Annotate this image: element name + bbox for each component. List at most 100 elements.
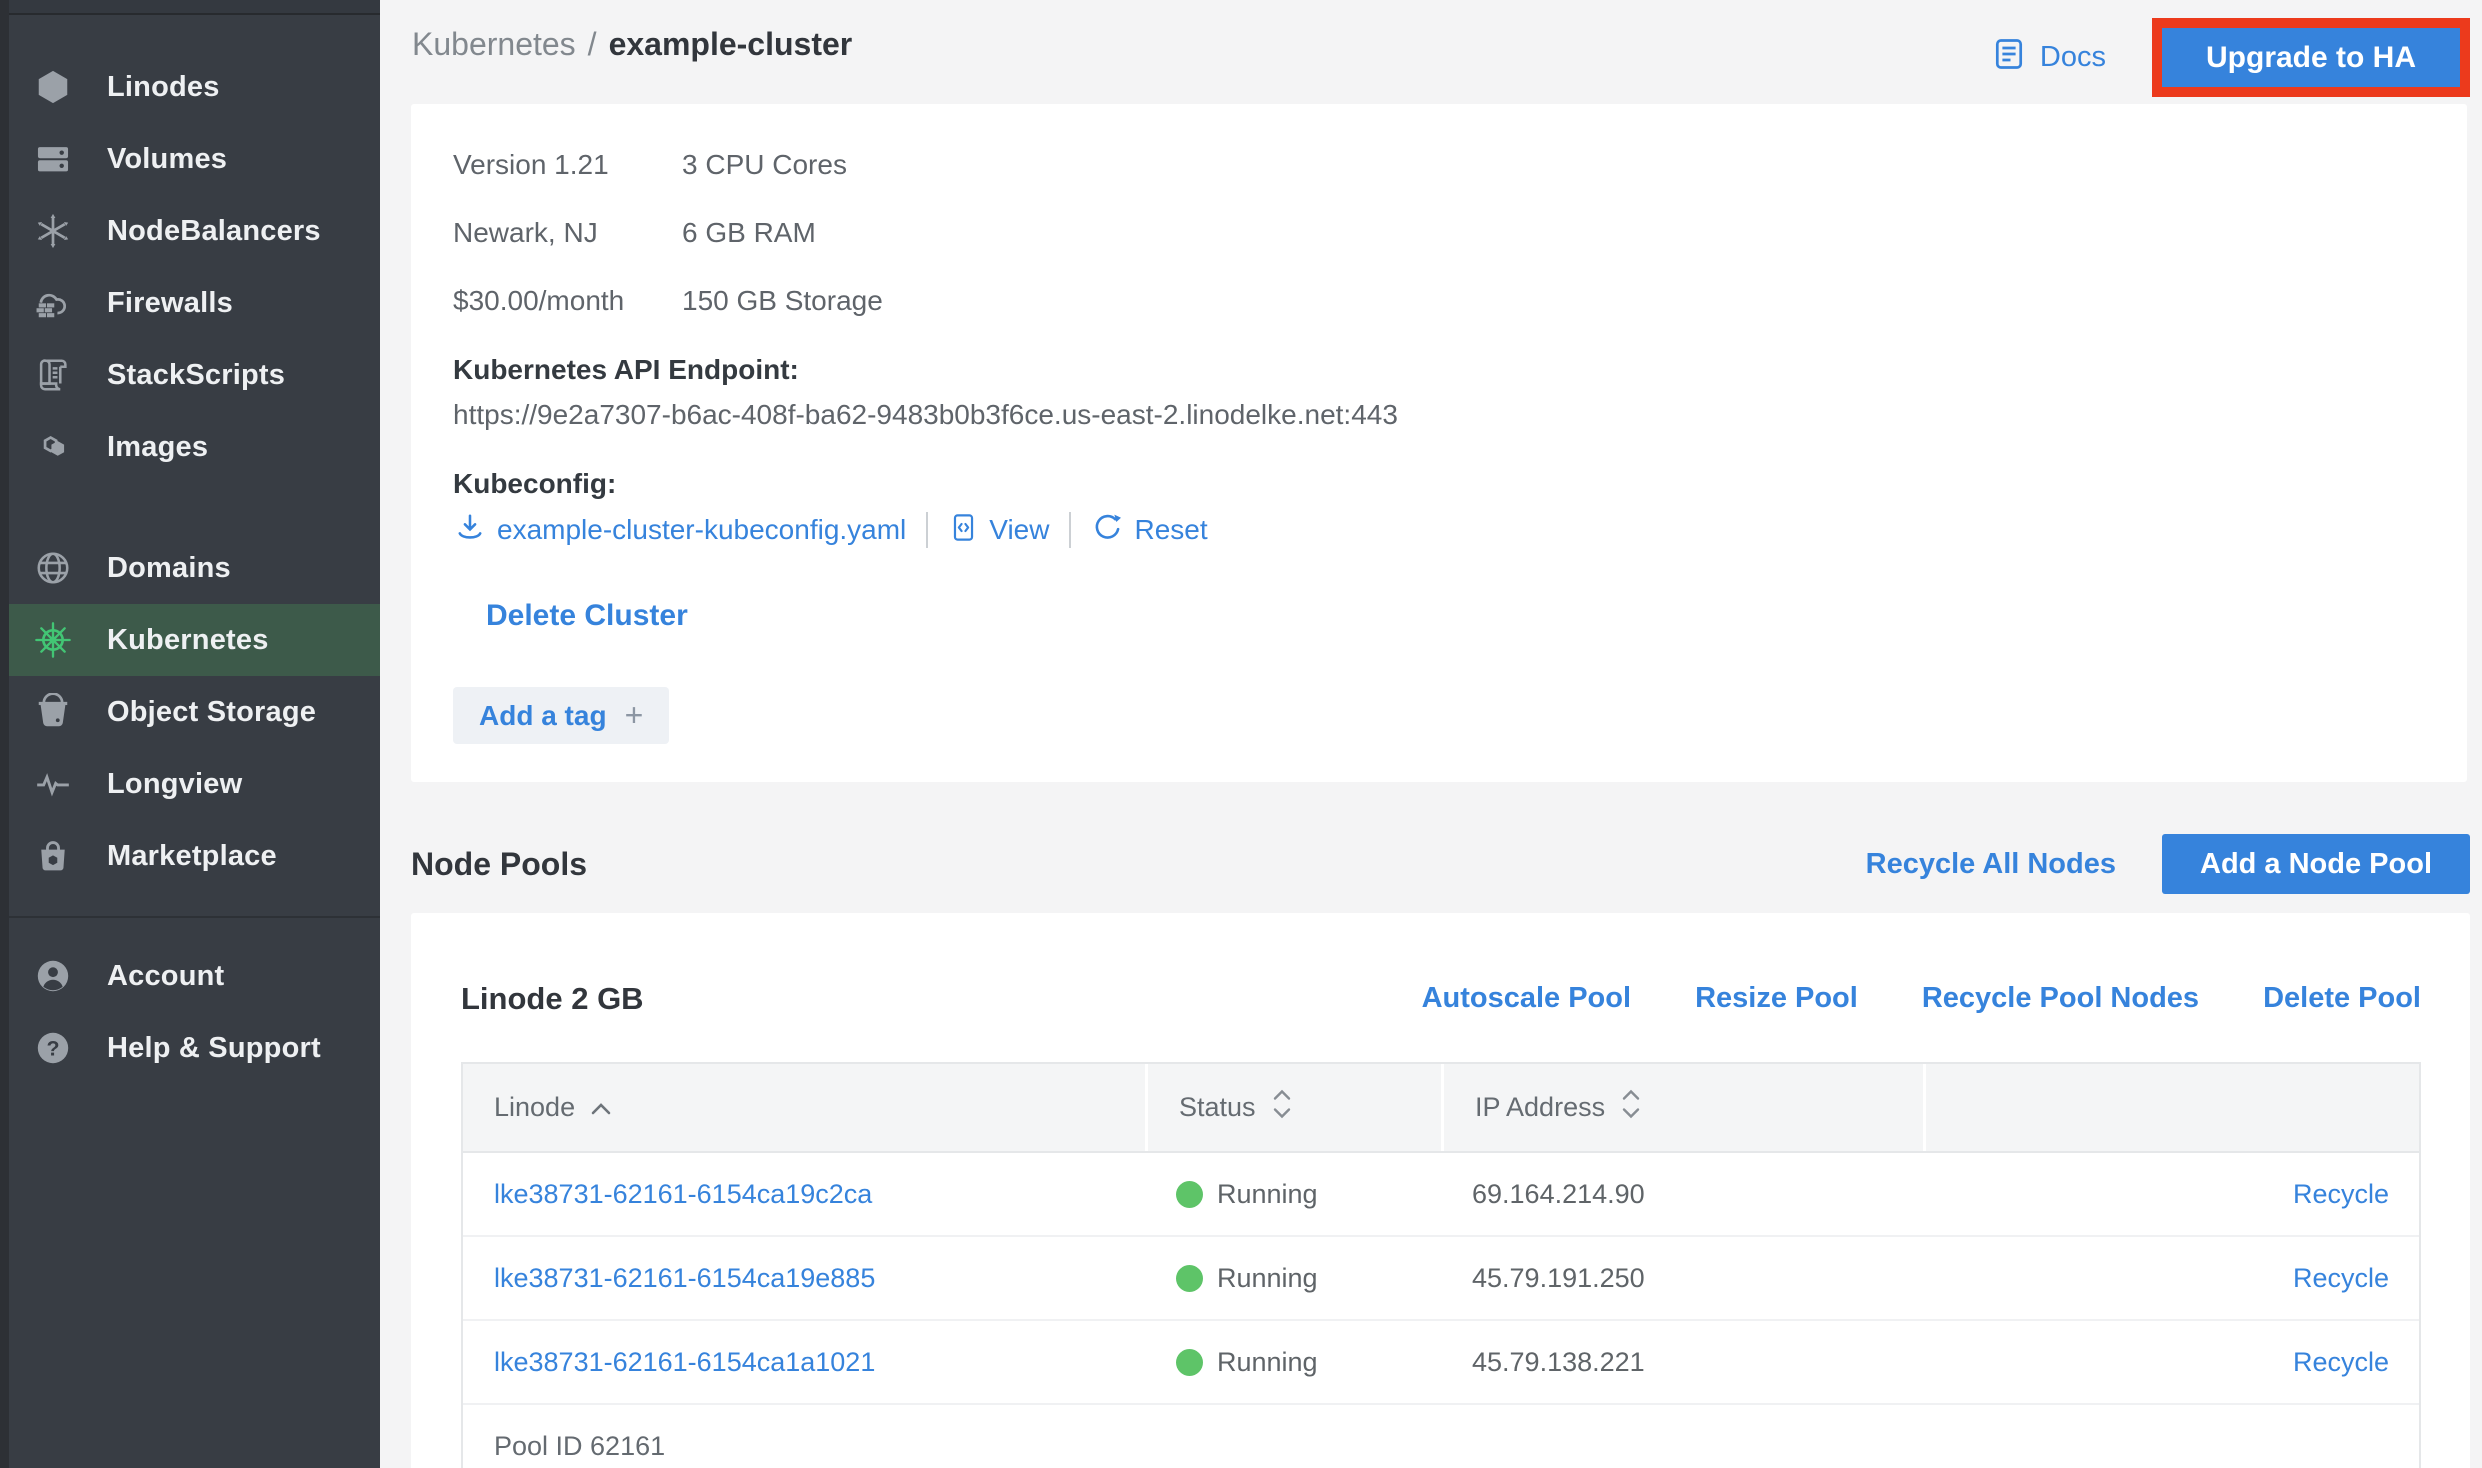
- domains-icon: [33, 548, 73, 588]
- marketplace-icon: [33, 836, 73, 876]
- upgrade-to-ha-button[interactable]: Upgrade to HA: [2162, 28, 2460, 87]
- sidebar-item-label: Kubernetes: [107, 624, 269, 657]
- sidebar-item-label: Linodes: [107, 71, 220, 104]
- node-pool-panel: Linode 2 GB Autoscale Pool Resize Pool R…: [411, 913, 2470, 1468]
- api-endpoint-label: Kubernetes API Endpoint:: [453, 353, 2467, 387]
- sidebar-left-edge: [0, 0, 9, 1468]
- add-tag-button[interactable]: Add a tag +: [453, 687, 669, 744]
- sidebar-item-linodes[interactable]: Linodes: [9, 51, 380, 123]
- sidebar-item-images[interactable]: Images: [9, 411, 380, 483]
- account-icon: [33, 956, 73, 996]
- volumes-icon: [33, 139, 73, 179]
- object-storage-icon: [33, 692, 73, 732]
- delete-pool-link[interactable]: Delete Pool: [2263, 982, 2421, 1015]
- divider: [1069, 512, 1071, 548]
- status-label: Running: [1217, 1263, 1318, 1294]
- column-header-ip-address[interactable]: IP Address: [1441, 1064, 1923, 1151]
- status-label: Running: [1217, 1347, 1318, 1378]
- cluster-region: Newark, NJ: [453, 217, 682, 249]
- spec-row: Newark, NJ 6 GB RAM: [453, 199, 2467, 267]
- spec-row: $30.00/month 150 GB Storage: [453, 267, 2467, 335]
- breadcrumb: Kubernetes / example-cluster: [412, 26, 852, 63]
- divider: [926, 512, 928, 548]
- sidebar-item-account[interactable]: Account: [9, 940, 380, 1012]
- sidebar-item-label: Account: [107, 960, 224, 993]
- sidebar-item-label: Firewalls: [107, 287, 233, 320]
- download-icon[interactable]: [453, 511, 487, 550]
- column-header-linode[interactable]: Linode: [463, 1064, 1145, 1151]
- sidebar-item-label: Longview: [107, 768, 242, 801]
- spec-row: Version 1.21 3 CPU Cores: [453, 131, 2467, 199]
- status-label: Running: [1217, 1179, 1318, 1210]
- sidebar-item-stackscripts[interactable]: StackScripts: [9, 339, 380, 411]
- kubeconfig-view-link[interactable]: View: [989, 514, 1049, 546]
- sort-both-icon: [1271, 1088, 1293, 1127]
- docs-label: Docs: [2040, 41, 2106, 74]
- table-row: lke38731-62161-6154ca1a1021 Running 45.7…: [463, 1321, 2419, 1405]
- table-row: lke38731-62161-6154ca19e885 Running 45.7…: [463, 1237, 2419, 1321]
- sidebar-item-label: Volumes: [107, 143, 227, 176]
- docs-icon: [1991, 36, 2027, 80]
- status-running-dot: [1176, 1265, 1203, 1292]
- nodebalancers-icon: [33, 211, 73, 251]
- sidebar-item-volumes[interactable]: Volumes: [9, 123, 380, 195]
- cluster-price: $30.00/month: [453, 285, 682, 317]
- table-row: lke38731-62161-6154ca19c2ca Running 69.1…: [463, 1153, 2419, 1237]
- recycle-node-link[interactable]: Recycle: [2293, 1263, 2389, 1294]
- sidebar: Linodes Volumes NodeBalancers: [0, 0, 380, 1468]
- plus-icon: +: [625, 697, 644, 734]
- sidebar-item-label: StackScripts: [107, 359, 285, 392]
- sidebar-item-label: Help & Support: [107, 1032, 321, 1065]
- upgrade-annotation-highlight: Upgrade to HA: [2152, 18, 2470, 97]
- pool-id: Pool ID 62161: [463, 1405, 2419, 1468]
- node-link[interactable]: lke38731-62161-6154ca19e885: [494, 1263, 875, 1294]
- delete-cluster-link[interactable]: Delete Cluster: [486, 598, 688, 634]
- help-icon: ?: [33, 1028, 73, 1068]
- sidebar-item-label: Images: [107, 431, 208, 464]
- api-endpoint-url: https://9e2a7307-b6ac-408f-ba62-9483b0b3…: [453, 398, 2467, 432]
- recycle-all-nodes-link[interactable]: Recycle All Nodes: [1866, 848, 2116, 881]
- cluster-cpu: 3 CPU Cores: [682, 149, 847, 181]
- sidebar-item-label: Domains: [107, 552, 231, 585]
- sidebar-item-help-support[interactable]: ? Help & Support: [9, 1012, 380, 1084]
- cluster-summary-panel: Version 1.21 3 CPU Cores Newark, NJ 6 GB…: [411, 104, 2467, 782]
- sidebar-item-kubernetes[interactable]: Kubernetes: [9, 604, 380, 676]
- node-link[interactable]: lke38731-62161-6154ca1a1021: [494, 1347, 875, 1378]
- cluster-ram: 6 GB RAM: [682, 217, 816, 249]
- recycle-node-link[interactable]: Recycle: [2293, 1347, 2389, 1378]
- sidebar-item-nodebalancers[interactable]: NodeBalancers: [9, 195, 380, 267]
- node-link[interactable]: lke38731-62161-6154ca19c2ca: [494, 1179, 872, 1210]
- kubeconfig-file-link[interactable]: example-cluster-kubeconfig.yaml: [497, 514, 906, 546]
- column-header-status[interactable]: Status: [1145, 1064, 1441, 1151]
- sort-both-icon: [1620, 1088, 1642, 1127]
- svg-text:?: ?: [46, 1037, 59, 1061]
- sidebar-item-firewalls[interactable]: Firewalls: [9, 267, 380, 339]
- nodes-table-header: Linode Status IP Address: [463, 1064, 2419, 1153]
- status-running-dot: [1176, 1181, 1203, 1208]
- sidebar-item-longview[interactable]: Longview: [9, 748, 380, 820]
- sidebar-divider: [0, 916, 380, 918]
- recycle-pool-nodes-link[interactable]: Recycle Pool Nodes: [1922, 982, 2199, 1015]
- status-running-dot: [1176, 1349, 1203, 1376]
- sidebar-item-marketplace[interactable]: Marketplace: [9, 820, 380, 892]
- cluster-version: Version 1.21: [453, 149, 682, 181]
- images-icon: [33, 427, 73, 467]
- add-tag-label: Add a tag: [479, 700, 607, 732]
- page-title: example-cluster: [609, 26, 853, 63]
- resize-pool-link[interactable]: Resize Pool: [1695, 982, 1858, 1015]
- sidebar-item-object-storage[interactable]: Object Storage: [9, 676, 380, 748]
- autoscale-pool-link[interactable]: Autoscale Pool: [1422, 982, 1632, 1015]
- breadcrumb-separator: /: [588, 26, 597, 63]
- kubeconfig-reset-link[interactable]: Reset: [1134, 514, 1207, 546]
- kubeconfig-label: Kubeconfig:: [453, 467, 2467, 501]
- column-header-actions: [1923, 1064, 2419, 1151]
- longview-icon: [33, 764, 73, 804]
- kubeconfig-row: example-cluster-kubeconfig.yaml View: [453, 507, 2467, 553]
- reset-icon[interactable]: [1091, 511, 1124, 549]
- add-node-pool-button[interactable]: Add a Node Pool: [2162, 834, 2470, 894]
- docs-link[interactable]: Docs: [1991, 36, 2106, 80]
- breadcrumb-section[interactable]: Kubernetes: [412, 26, 576, 63]
- recycle-node-link[interactable]: Recycle: [2293, 1179, 2389, 1210]
- sidebar-item-domains[interactable]: Domains: [9, 532, 380, 604]
- view-code-icon[interactable]: [948, 512, 979, 548]
